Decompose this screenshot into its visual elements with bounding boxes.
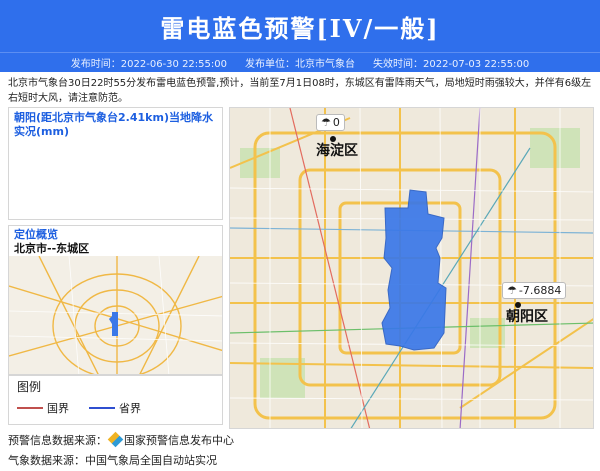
district-label-haidian: 海淀区 bbox=[316, 143, 358, 159]
legend-title: 图例 bbox=[17, 380, 42, 394]
alert-header: 雷电蓝色预警[IV/一般] bbox=[0, 0, 600, 52]
district-label-chaoyang: 朝阳区 bbox=[506, 309, 548, 325]
station-haidian-value: 0 bbox=[332, 116, 340, 129]
overview-minimap[interactable] bbox=[9, 256, 223, 375]
alert-description: 北京市气象台30日22时55分发布雷电蓝色预警,预计，当前至7月1日08时，东城… bbox=[8, 78, 592, 104]
alert-meta-bar: 发布时间：2022-06-30 22:55:00 发布单位：北京市气象台 失效时… bbox=[0, 52, 600, 72]
legend-item-province-border: 省界 bbox=[89, 400, 141, 416]
publish-time: 发布时间：2022-06-30 22:55:00 bbox=[70, 59, 227, 70]
publisher: 发布单位：北京市气象台 bbox=[245, 59, 355, 70]
left-panel: 朝阳(距北京市气象台2.41km)当地降水实况(mm) 定位概览 北京市--东城… bbox=[8, 107, 223, 429]
legend-item-national-border: 国界 bbox=[17, 400, 69, 416]
location-overview: 定位概览 北京市--东城区 bbox=[8, 225, 223, 375]
location-title: 定位概览 bbox=[14, 228, 58, 241]
rain-cloud-icon: ☂ bbox=[507, 284, 517, 297]
district-map[interactable]: ☂ 0 海淀区 ☂ -7.6884 朝阳区 bbox=[229, 107, 594, 429]
province-border-swatch bbox=[89, 407, 115, 409]
warning-source: 预警信息数据来源： 国家预警信息发布中心 bbox=[8, 431, 593, 448]
station-haidian[interactable]: ☂ 0 bbox=[316, 114, 345, 131]
map-legend: 图例 国界 省界 bbox=[8, 375, 223, 425]
station-chaoyang[interactable]: ☂ -7.6884 bbox=[502, 282, 567, 299]
national-border-swatch bbox=[17, 407, 43, 409]
location-value: 北京市--东城区 bbox=[14, 242, 90, 255]
district-map-canvas[interactable] bbox=[230, 108, 594, 429]
weather-data-source: 气象数据来源：中国气象局全国自动站实况 bbox=[8, 454, 217, 467]
rainfall-title: 朝阳(距北京市气象台2.41km)当地降水实况(mm) bbox=[14, 111, 213, 138]
alert-title: 雷电蓝色预警[IV/一般] bbox=[160, 13, 440, 43]
expire-time: 失效时间：2022-07-03 22:55:00 bbox=[373, 59, 530, 70]
rain-cloud-icon: ☂ bbox=[321, 116, 331, 129]
station-chaoyang-value: -7.6884 bbox=[518, 284, 562, 297]
release-center-logo-icon bbox=[107, 431, 124, 448]
rainfall-box: 朝阳(距北京市气象台2.41km)当地降水实况(mm) bbox=[8, 107, 223, 220]
